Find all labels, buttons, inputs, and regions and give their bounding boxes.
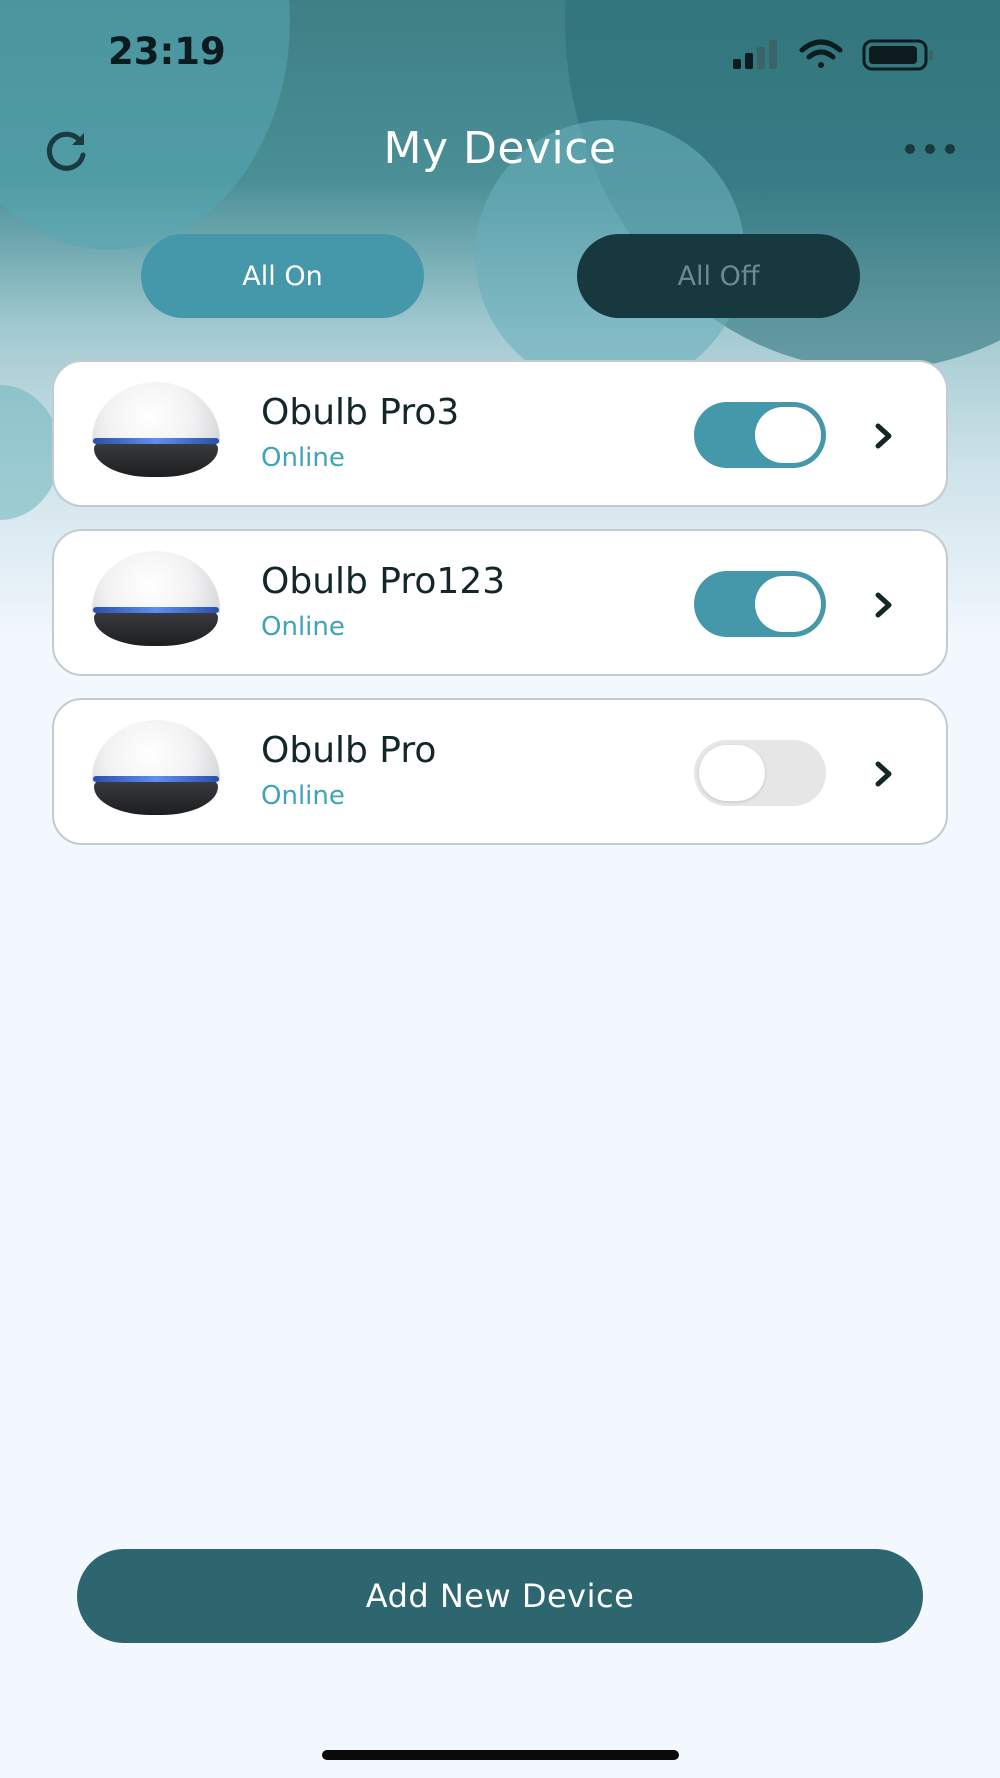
device-name: Obulb Pro3 xyxy=(261,392,460,433)
device-status: Online xyxy=(261,612,345,642)
device-image xyxy=(92,720,220,816)
nav-bar: My Device xyxy=(0,110,1000,190)
device-card[interactable]: Obulb Pro Online xyxy=(52,698,948,845)
chevron-right-icon[interactable] xyxy=(872,758,896,790)
battery-icon xyxy=(862,39,933,71)
decorative-circle xyxy=(0,385,60,520)
device-status: Online xyxy=(261,781,345,811)
device-card[interactable]: Obulb Pro123 Online xyxy=(52,529,948,676)
device-power-toggle[interactable] xyxy=(694,571,826,637)
device-status: Online xyxy=(261,443,345,473)
add-new-device-button[interactable]: Add New Device xyxy=(77,1549,923,1643)
status-bar: 23:19 xyxy=(0,0,1000,110)
more-icon[interactable] xyxy=(900,138,960,158)
signal-icon xyxy=(733,40,777,69)
all-on-button[interactable]: All On xyxy=(141,234,424,318)
device-name: Obulb Pro123 xyxy=(261,561,506,602)
device-image xyxy=(92,382,220,478)
home-indicator[interactable] xyxy=(322,1750,679,1760)
device-power-toggle[interactable] xyxy=(694,402,826,468)
all-off-button[interactable]: All Off xyxy=(577,234,860,318)
status-time: 23:19 xyxy=(108,30,226,73)
device-card[interactable]: Obulb Pro3 Online xyxy=(52,360,948,507)
chevron-right-icon[interactable] xyxy=(872,420,896,452)
wifi-icon xyxy=(799,39,843,68)
device-name: Obulb Pro xyxy=(261,730,437,771)
device-power-toggle[interactable] xyxy=(694,740,826,806)
page-title: My Device xyxy=(383,123,617,174)
status-icons xyxy=(733,39,933,71)
device-image xyxy=(92,551,220,647)
chevron-right-icon[interactable] xyxy=(872,589,896,621)
